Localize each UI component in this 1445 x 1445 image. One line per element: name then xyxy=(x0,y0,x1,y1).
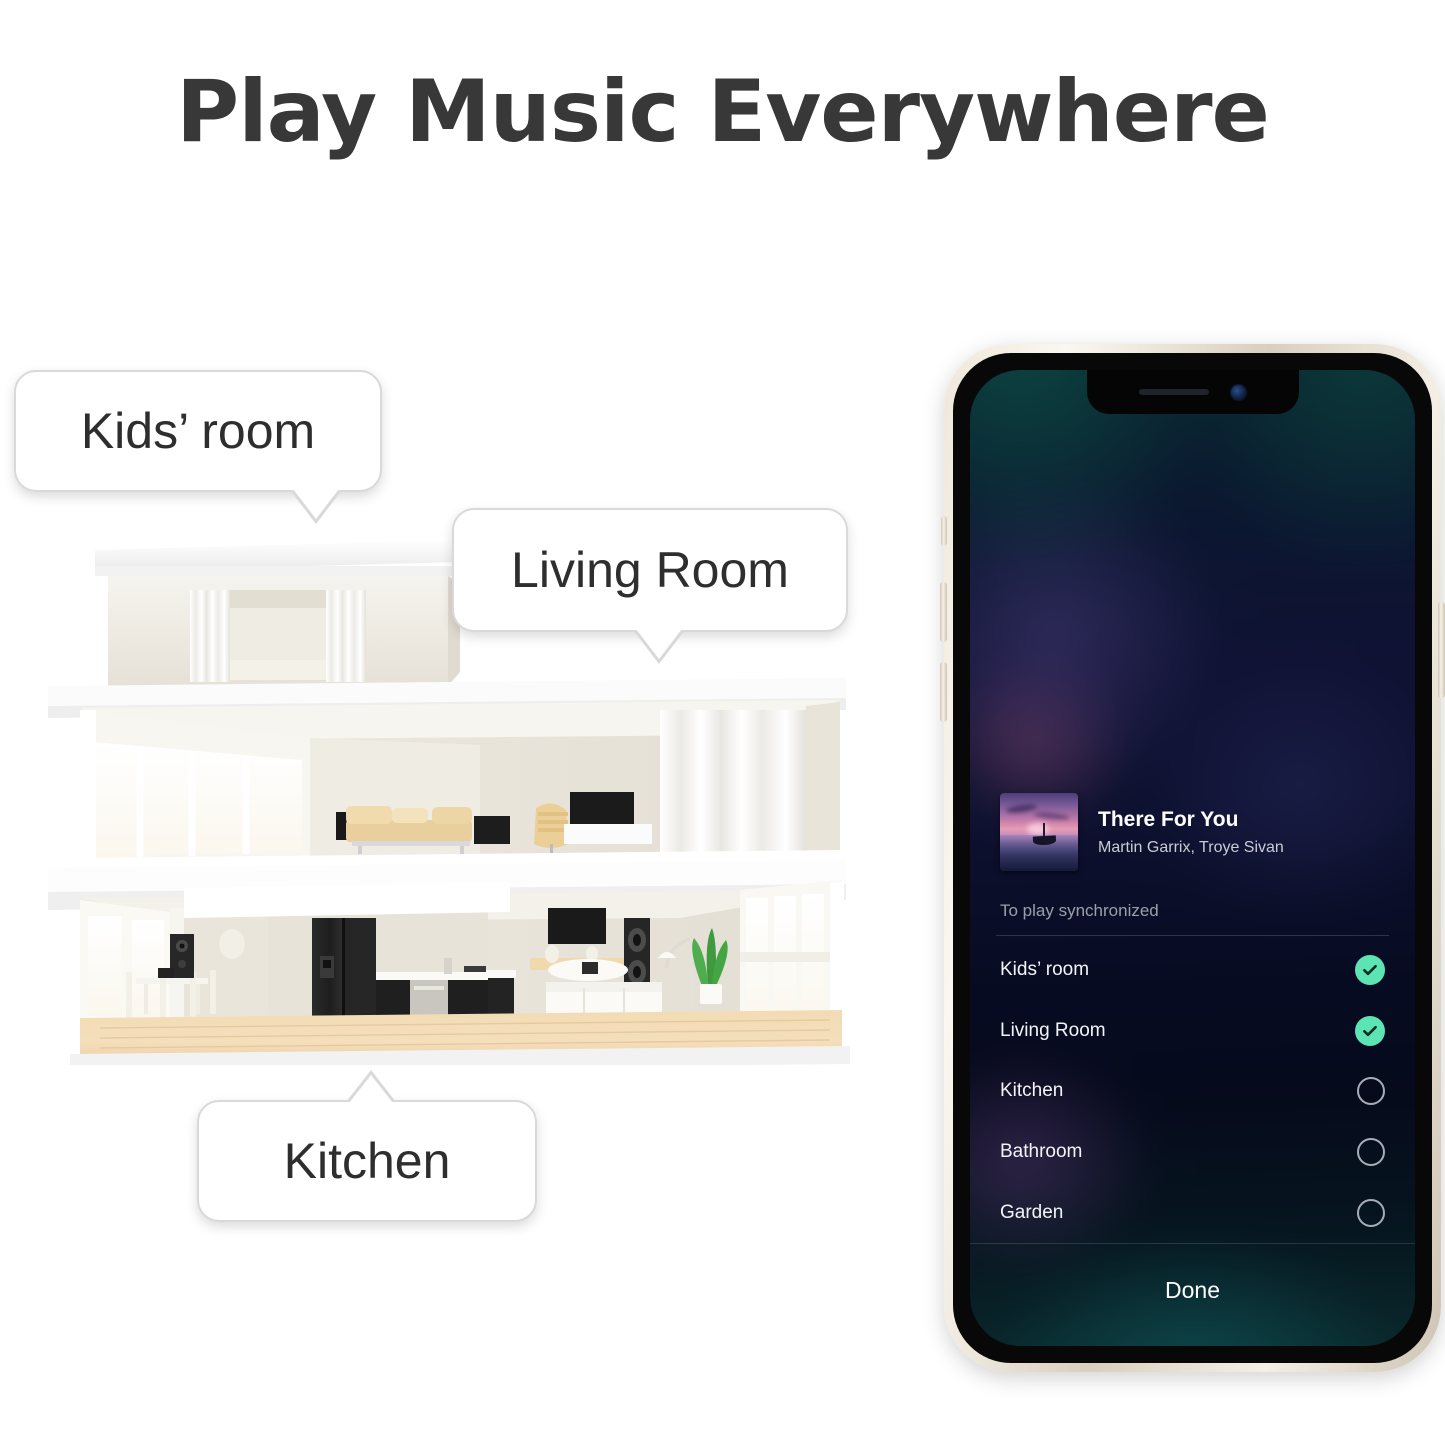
track-metadata: There For You Martin Garrix, Troye Sivan xyxy=(1098,807,1284,857)
phone-bezel: There For You Martin Garrix, Troye Sivan… xyxy=(953,353,1432,1363)
section-label: To play synchronized xyxy=(1000,901,1159,920)
room-name: Kids’ room xyxy=(1000,959,1090,981)
checkmark-selected-icon[interactable] xyxy=(1355,955,1385,986)
front-camera-icon xyxy=(1231,384,1246,400)
room-row-garden[interactable]: Garden xyxy=(970,1182,1415,1243)
phone-notch xyxy=(1086,370,1299,414)
bubble-label: Kids’ room xyxy=(80,403,316,459)
volume-down-button[interactable] xyxy=(940,662,947,722)
upper-storey xyxy=(95,540,460,686)
mute-switch-button[interactable] xyxy=(941,516,947,546)
room-row-kitchen[interactable]: Kitchen xyxy=(970,1061,1415,1122)
checkmark-selected-icon[interactable] xyxy=(1355,1015,1385,1046)
album-artwork xyxy=(1000,793,1078,871)
room-label-bubble-kids-room[interactable]: Kids’ room xyxy=(14,370,382,492)
screen-top-spacer xyxy=(970,370,1415,789)
room-name: Kitchen xyxy=(1000,1080,1064,1102)
speaker-picker-sheet: There For You Martin Garrix, Troye Sivan… xyxy=(970,370,1415,1346)
room-row-bathroom[interactable]: Bathroom xyxy=(970,1122,1415,1183)
room-name: Living Room xyxy=(1000,1019,1106,1041)
track-title: There For You xyxy=(1098,807,1239,831)
room-label-bubble-kitchen[interactable]: Kitchen xyxy=(197,1100,537,1222)
done-label: Done xyxy=(1165,1276,1220,1303)
room-row-living-room[interactable]: Living Room xyxy=(970,1001,1415,1062)
done-button[interactable]: Done xyxy=(970,1244,1415,1346)
phone-screen: There For You Martin Garrix, Troye Sivan… xyxy=(970,370,1415,1346)
now-playing-row[interactable]: There For You Martin Garrix, Troye Sivan xyxy=(970,789,1415,875)
speaker-grille-icon xyxy=(1139,389,1209,395)
smartphone-mockup: There For You Martin Garrix, Troye Sivan… xyxy=(940,344,1445,1372)
wall-tv xyxy=(548,908,606,944)
ground-floor xyxy=(70,880,850,1065)
room-row-kids-room[interactable]: Kids’ room xyxy=(970,940,1415,1001)
bubble-label: Living Room xyxy=(511,542,789,598)
room-label-bubble-living-room[interactable]: Living Room xyxy=(452,508,848,632)
room-list: Kids’ room Living Room Kitchen Bathroom … xyxy=(970,936,1415,1243)
checkmark-unselected-icon[interactable] xyxy=(1357,1077,1385,1106)
volume-up-button[interactable] xyxy=(940,582,947,642)
track-artist: Martin Garrix, Troye Sivan xyxy=(1098,839,1284,857)
room-name: Garden xyxy=(1000,1201,1064,1223)
page-title: Play Music Everywhere xyxy=(176,62,1270,162)
room-name: Bathroom xyxy=(1000,1141,1083,1163)
bubble-label: Kitchen xyxy=(283,1133,451,1189)
checkmark-unselected-icon[interactable] xyxy=(1357,1198,1385,1227)
middle-storey xyxy=(80,700,840,880)
refrigerator xyxy=(312,918,376,1018)
checkmark-unselected-icon[interactable] xyxy=(1357,1138,1385,1167)
power-button[interactable] xyxy=(1438,602,1445,698)
